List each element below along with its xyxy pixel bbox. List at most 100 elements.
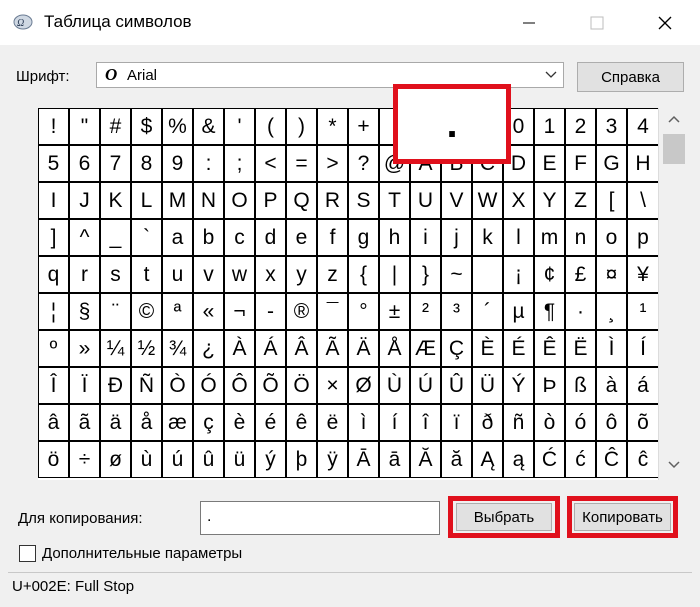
char-cell[interactable]: Ì [596,330,627,367]
char-cell[interactable]: O [224,182,255,219]
char-cell[interactable]: é [255,404,286,441]
char-cell[interactable]: s [100,256,131,293]
char-cell[interactable]: â [38,404,69,441]
char-cell[interactable]: ô [596,404,627,441]
char-cell[interactable]: ' [224,108,255,145]
minimize-button[interactable] [506,0,552,45]
char-cell[interactable]: ¼ [100,330,131,367]
char-cell[interactable]: ê [286,404,317,441]
char-cell[interactable]: % [162,108,193,145]
char-cell[interactable]: 3 [596,108,627,145]
char-cell[interactable]: f [317,219,348,256]
char-cell[interactable]: Ï [69,367,100,404]
char-cell[interactable]: $ [131,108,162,145]
char-cell[interactable]: « [193,293,224,330]
char-cell[interactable]: = [286,145,317,182]
char-cell[interactable]: Ò [162,367,193,404]
char-cell[interactable]: º [38,330,69,367]
char-cell[interactable]: z [317,256,348,293]
char-cell[interactable]: Ü [472,367,503,404]
char-cell[interactable]: ÷ [69,441,100,478]
char-cell[interactable]: ¸ [596,293,627,330]
char-cell[interactable]: | [379,256,410,293]
char-cell[interactable]: ú [162,441,193,478]
char-cell[interactable]: Ý [503,367,534,404]
char-cell[interactable]: í [379,404,410,441]
char-cell[interactable]: ¯ [317,293,348,330]
char-cell[interactable]: ¬ [224,293,255,330]
char-cell[interactable]: V [441,182,472,219]
char-cell[interactable]: { [348,256,379,293]
char-cell[interactable]: ë [317,404,348,441]
char-cell[interactable]: b [193,219,224,256]
char-cell[interactable]: v [193,256,224,293]
char-cell[interactable]: Ó [193,367,224,404]
char-cell[interactable]: q [38,256,69,293]
char-cell[interactable]: ³ [441,293,472,330]
char-cell[interactable]: k [472,219,503,256]
advanced-view-checkbox[interactable] [19,545,36,562]
char-cell[interactable]: ù [131,441,162,478]
char-cell[interactable]: á [627,367,659,404]
char-cell[interactable]: S [348,182,379,219]
char-cell[interactable]: x [255,256,286,293]
char-cell[interactable]: < [255,145,286,182]
char-cell[interactable]: û [193,441,224,478]
char-cell[interactable]: # [100,108,131,145]
char-cell[interactable]: ü [224,441,255,478]
char-cell[interactable]: Ą [472,441,503,478]
char-cell[interactable]: j [441,219,472,256]
char-cell[interactable]: ª [162,293,193,330]
char-cell[interactable]: h [379,219,410,256]
char-cell[interactable]: Ñ [131,367,162,404]
char-cell[interactable]: 6 [69,145,100,182]
char-cell[interactable]: E [534,145,565,182]
char-cell[interactable]: 4 [627,108,659,145]
char-cell[interactable]: ã [69,404,100,441]
char-cell[interactable]: ; [224,145,255,182]
char-cell[interactable]: É [503,330,534,367]
char-cell[interactable]: ( [255,108,286,145]
char-cell[interactable]: · [565,293,596,330]
char-cell[interactable]: i [410,219,441,256]
char-cell[interactable] [472,256,503,293]
char-cell[interactable]: » [69,330,100,367]
char-cell[interactable]: æ [162,404,193,441]
char-cell[interactable]: µ [503,293,534,330]
char-cell[interactable]: Á [255,330,286,367]
copy-input[interactable]: . [200,501,440,535]
char-cell[interactable]: ï [441,404,472,441]
char-cell[interactable]: ¨ [100,293,131,330]
char-cell[interactable]: ä [100,404,131,441]
char-cell[interactable]: ) [286,108,317,145]
char-cell[interactable]: ¦ [38,293,69,330]
char-cell[interactable]: T [379,182,410,219]
char-cell[interactable]: ÿ [317,441,348,478]
char-cell[interactable]: _ [100,219,131,256]
char-cell[interactable]: + [348,108,379,145]
char-cell[interactable]: W [472,182,503,219]
char-cell[interactable]: Ĉ [596,441,627,478]
char-cell[interactable]: À [224,330,255,367]
char-cell[interactable]: ! [38,108,69,145]
char-cell[interactable]: : [193,145,224,182]
char-cell[interactable]: ą [503,441,534,478]
char-cell[interactable]: ´ [472,293,503,330]
char-cell[interactable]: & [193,108,224,145]
char-cell[interactable]: Å [379,330,410,367]
char-cell[interactable]: \ [627,182,659,219]
char-cell[interactable]: Ä [348,330,379,367]
char-cell[interactable]: ð [472,404,503,441]
char-cell[interactable]: l [503,219,534,256]
char-cell[interactable]: e [286,219,317,256]
char-cell[interactable]: I [38,182,69,219]
char-cell[interactable]: Þ [534,367,565,404]
char-cell[interactable]: ø [100,441,131,478]
char-cell[interactable]: ì [348,404,379,441]
char-cell[interactable]: Q [286,182,317,219]
char-cell[interactable]: ć [565,441,596,478]
char-cell[interactable]: © [131,293,162,330]
char-cell[interactable]: î [410,404,441,441]
char-cell[interactable]: ± [379,293,410,330]
char-cell[interactable]: t [131,256,162,293]
